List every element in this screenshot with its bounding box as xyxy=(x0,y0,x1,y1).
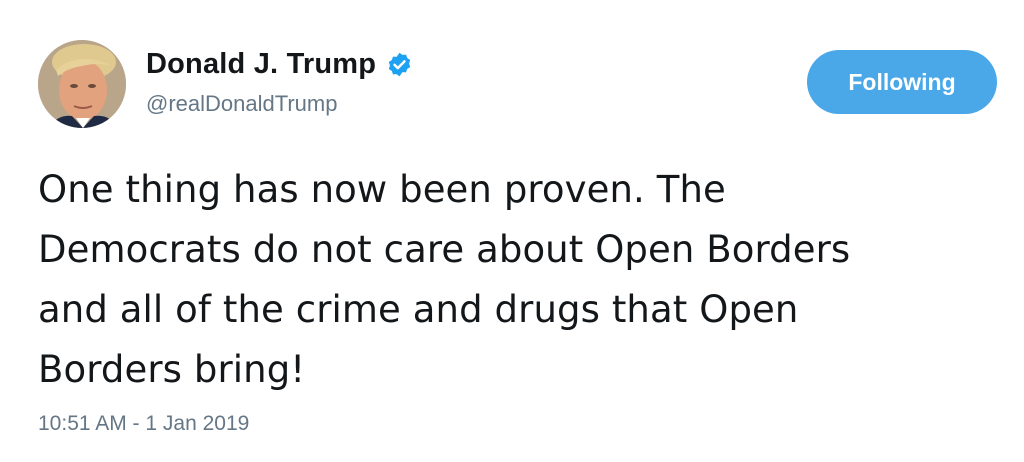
display-name[interactable]: Donald J. Trump xyxy=(146,48,376,81)
display-name-row: Donald J. Trump xyxy=(146,44,413,84)
verified-badge-icon xyxy=(386,51,413,78)
tweet-text: One thing has now been proven. The Democ… xyxy=(38,168,851,391)
avatar[interactable] xyxy=(38,40,126,128)
tweet-timestamp[interactable]: 10:51 AM - 1 Jan 2019 xyxy=(38,412,249,436)
tweet-card: Donald J. Trump @realDonaldTrump Followi… xyxy=(0,0,1024,462)
user-handle[interactable]: @realDonaldTrump xyxy=(146,91,337,117)
avatar-image xyxy=(38,40,126,128)
following-button[interactable]: Following xyxy=(807,50,997,114)
